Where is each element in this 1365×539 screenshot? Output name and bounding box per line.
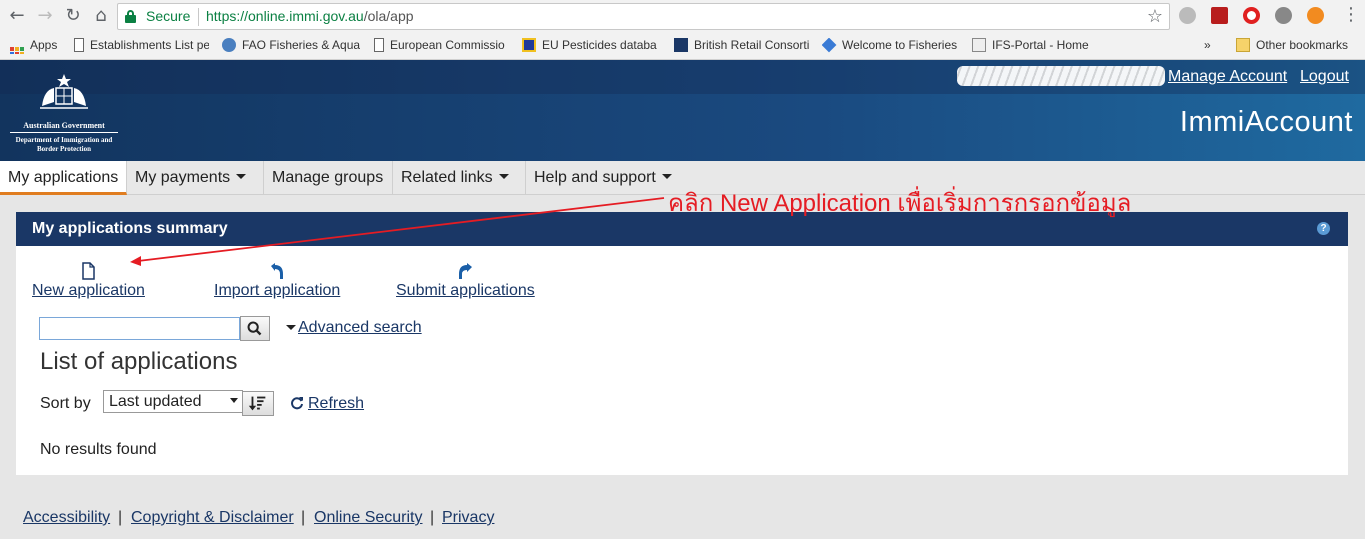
eu-flag-icon (522, 38, 536, 52)
footer-privacy-link[interactable]: Privacy (442, 509, 494, 527)
tab-my-applications[interactable]: My applications (0, 161, 127, 195)
bookmark-european-commission[interactable]: European Commissio (374, 38, 509, 54)
url-text[interactable]: https://online.immi.gov.au/ola/app (206, 8, 414, 24)
other-bookmarks[interactable]: Other bookmarks (1236, 38, 1356, 54)
page-icon (374, 38, 384, 52)
import-application-button[interactable]: Import application (214, 262, 340, 300)
fisheries-icon (822, 38, 837, 53)
extension-ball-icon[interactable] (1307, 7, 1324, 24)
tab-help-and-support[interactable]: Help and support (526, 161, 676, 195)
tab-related-links[interactable]: Related links (393, 161, 526, 195)
panel-title: My applications summary (32, 220, 228, 237)
submit-applications-button[interactable]: Submit applications (396, 262, 535, 300)
forward-icon[interactable]: → (34, 5, 56, 27)
browser-menu-icon[interactable]: ⋮ (1342, 4, 1360, 25)
back-icon[interactable]: ← (6, 5, 28, 27)
caret-down-icon (286, 325, 296, 330)
search-input[interactable] (39, 317, 240, 340)
refresh-link[interactable]: Refresh (290, 395, 364, 413)
bookmark-brc[interactable]: British Retail Consorti (674, 38, 809, 54)
panel-body: New application Import application Submi… (16, 246, 1348, 475)
site-footer: Accessibility | Copyright & Disclaimer |… (0, 492, 1365, 539)
help-icon[interactable]: ? (1317, 222, 1330, 235)
brc-icon (674, 38, 688, 52)
bookmark-establishments[interactable]: Establishments List pe (74, 38, 209, 54)
bookmark-eu-pesticides[interactable]: EU Pesticides databa (522, 38, 660, 54)
bookmark-fisheries[interactable]: Welcome to Fisheries (822, 38, 960, 54)
ifs-icon (972, 38, 986, 52)
no-results-message: No results found (40, 441, 157, 458)
sort-label: Sort by (40, 395, 91, 412)
sort-direction-button[interactable] (242, 391, 274, 416)
document-icon (82, 262, 96, 280)
refresh-icon (291, 397, 303, 410)
lock-icon (125, 10, 136, 23)
forward-arrow-icon (459, 263, 473, 279)
apps-grid-icon (10, 47, 24, 54)
annotation-text: คลิก New Application เพื่อเริ่มการกรอกข้… (668, 190, 1132, 217)
fao-icon (222, 38, 236, 52)
footer-online-security-link[interactable]: Online Security (314, 509, 423, 527)
caret-down-icon (661, 174, 672, 179)
extension-opera-icon[interactable] (1243, 7, 1260, 24)
site-header: Australian Government Department of Immi… (0, 60, 1365, 161)
sort-select[interactable]: Last updated (103, 390, 243, 413)
agency-name: Australian Government (10, 121, 118, 133)
manage-account-link[interactable]: Manage Account (1168, 68, 1287, 86)
extension-gear-icon[interactable] (1275, 7, 1292, 24)
app-title: ImmiAccount (1179, 106, 1353, 138)
advanced-search-link[interactable]: Advanced search (286, 319, 422, 337)
reload-icon[interactable]: ↻ (62, 5, 84, 27)
browser-toolbar: ← → ↻ ⌂ Secure https://online.immi.gov.a… (0, 0, 1365, 33)
bookmark-ifs-portal[interactable]: IFS-Portal - Home (972, 38, 1097, 54)
search-icon (247, 321, 262, 336)
page-icon (74, 38, 84, 52)
caret-down-icon (236, 174, 247, 179)
caret-down-icon (498, 174, 509, 179)
tab-manage-groups[interactable]: Manage groups (264, 161, 393, 195)
reply-arrow-icon (271, 263, 284, 279)
bookmark-fao[interactable]: FAO Fisheries & Aqua (222, 38, 360, 54)
extension-globe-icon[interactable] (1179, 7, 1196, 24)
submit-applications-label: Submit applications (396, 282, 535, 299)
coat-of-arms-icon (40, 74, 88, 109)
government-crest[interactable]: Australian Government Department of Immi… (10, 72, 118, 153)
bookmark-apps[interactable]: Apps (10, 38, 70, 54)
address-bar[interactable]: Secure https://online.immi.gov.au/ola/ap… (117, 3, 1170, 30)
bookmark-star-icon[interactable]: ☆ (1147, 6, 1163, 27)
redacted-username (957, 66, 1165, 86)
search-button[interactable] (240, 316, 270, 341)
tab-my-payments[interactable]: My payments (127, 161, 264, 195)
import-application-label: Import application (214, 282, 341, 299)
department-name: Department of Immigration and Border Pro… (15, 136, 113, 153)
logout-link[interactable]: Logout (1300, 68, 1349, 86)
bookmarks-bar: Apps Establishments List pe FAO Fisherie… (0, 33, 1365, 60)
sort-descending-icon (248, 396, 266, 411)
home-icon[interactable]: ⌂ (90, 5, 112, 27)
footer-copyright-link[interactable]: Copyright & Disclaimer (131, 509, 294, 527)
new-application-label: New application (32, 282, 145, 299)
dropdown-arrow-icon (230, 398, 238, 403)
bookmarks-overflow[interactable]: » (1204, 38, 1218, 54)
new-application-button[interactable]: New application (32, 262, 145, 300)
secure-label: Secure (146, 8, 191, 24)
footer-accessibility-link[interactable]: Accessibility (23, 509, 110, 527)
folder-icon (1236, 38, 1250, 52)
extension-pdf-icon[interactable] (1211, 7, 1228, 24)
list-title: List of applications (40, 348, 238, 375)
